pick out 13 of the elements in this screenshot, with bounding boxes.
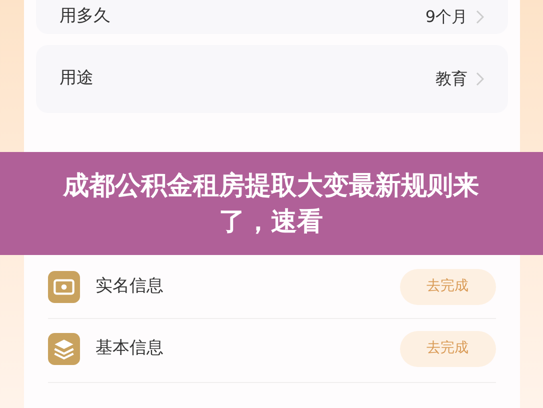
form-row[interactable]: 用多久 9个月 xyxy=(36,0,508,34)
row-value: 教育 xyxy=(436,68,468,90)
id-card-icon xyxy=(48,270,80,302)
row-label: 用途 xyxy=(60,67,94,90)
chevron-right-icon xyxy=(476,10,484,24)
layers-icon xyxy=(48,332,80,364)
banner-title: 成都公积金租房提取大变最新规则来了，速看 xyxy=(62,170,480,238)
form-row[interactable]: 用途 教育 xyxy=(36,45,508,113)
task-label: 基本信息 xyxy=(96,336,164,360)
task-label: 实名信息 xyxy=(96,274,164,298)
row-label: 用多久 xyxy=(60,5,110,28)
row-value: 9个月 xyxy=(425,6,468,28)
chevron-right-icon xyxy=(476,72,484,86)
